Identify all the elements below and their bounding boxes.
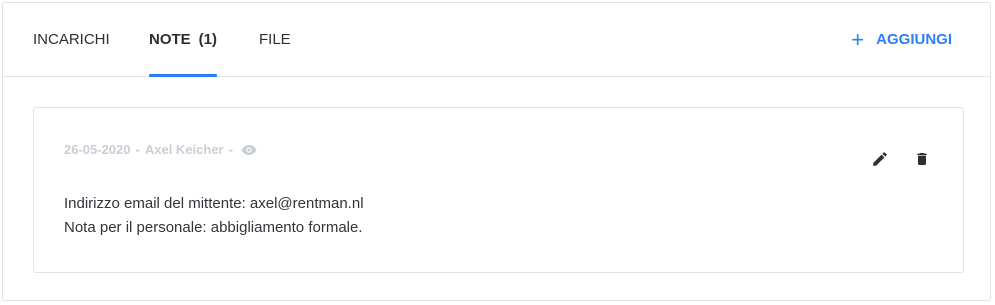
note-meta: 26-05-2020 - Axel Keicher - <box>64 142 257 157</box>
delete-button[interactable] <box>911 148 933 170</box>
note-line: Indirizzo email del mittente: axel@rentm… <box>64 195 364 212</box>
meta-separator: - <box>228 142 233 157</box>
note-actions <box>869 148 933 170</box>
tab-incarichi[interactable]: INCARICHI <box>33 3 110 76</box>
plus-icon: + <box>851 27 865 52</box>
pencil-icon <box>873 152 887 166</box>
tab-note[interactable]: NOTE (1) <box>149 3 218 77</box>
meta-separator: - <box>135 142 140 157</box>
add-button-label: AGGIUNGI <box>876 31 952 48</box>
note-author: Axel Keicher <box>144 142 224 157</box>
tab-incarichi-label: INCARICHI <box>33 31 110 48</box>
add-button[interactable]: + AGGIUNGI <box>851 3 952 76</box>
tab-note-count: (1) <box>198 31 218 48</box>
tab-note-label: NOTE <box>149 31 191 48</box>
active-tab-indicator <box>149 74 218 77</box>
edit-button[interactable] <box>869 148 891 170</box>
tab-file[interactable]: FILE <box>259 3 291 76</box>
trash-icon <box>917 153 927 165</box>
tab-bar: INCARICHI NOTE (1) FILE + AGGIUNGI <box>3 3 990 77</box>
note-body: Indirizzo email del mittente: axel@rentm… <box>64 192 364 240</box>
tab-file-label: FILE <box>259 31 291 48</box>
notes-panel: INCARICHI NOTE (1) FILE + AGGIUNGI 26-05-2… <box>2 2 991 301</box>
note-line: Nota per il personale: abbigliamento for… <box>64 219 363 236</box>
eye-icon <box>241 144 257 156</box>
note-card: 26-05-2020 - Axel Keicher - Indirizzo em… <box>33 107 964 273</box>
note-date: 26-05-2020 <box>64 142 131 157</box>
